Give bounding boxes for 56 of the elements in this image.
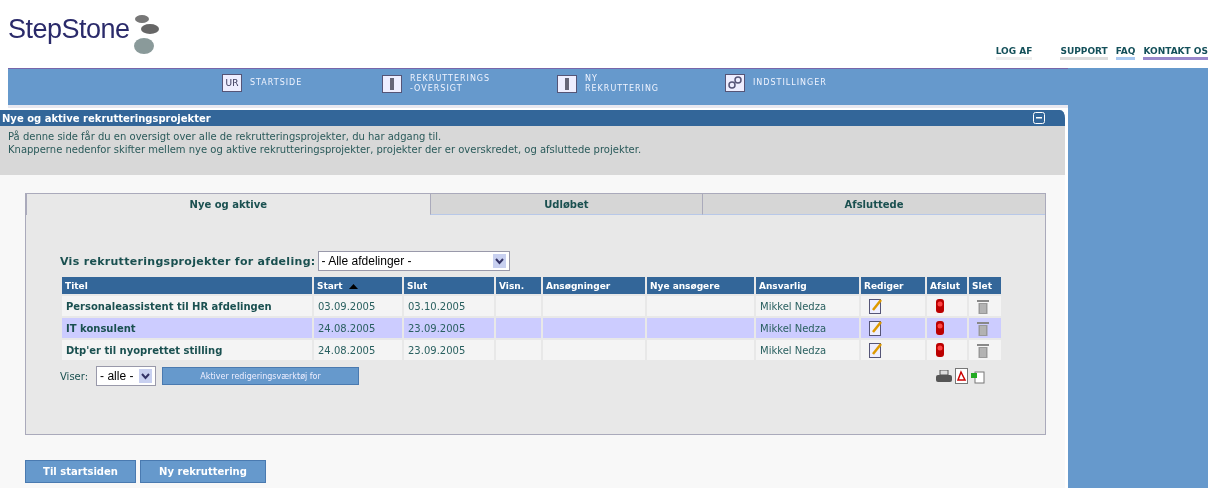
column-header[interactable]: Titel [62, 277, 312, 294]
column-header[interactable]: Rediger [861, 277, 925, 294]
edit-icon[interactable] [869, 298, 883, 314]
column-header[interactable]: Slet [969, 277, 1001, 294]
top-link[interactable]: KONTAKT OS [1143, 46, 1208, 60]
description-text: På denne side får du en oversigt over alle de rekrutteringsprojekter, du har adgang til. [8, 130, 443, 143]
chevron-icon [492, 254, 506, 268]
panel-title: Nye og aktive rekrutteringsprojekter [2, 112, 211, 124]
filter-label: Vis rekrutteringsprojekter for afdeling: [60, 254, 316, 268]
logo-text: StepStone [8, 14, 130, 45]
top-link[interactable]: SUPPORT [1060, 46, 1108, 60]
table-cell: Dtp'er til nyoprettet stilling [62, 340, 312, 360]
pdf-icon[interactable] [955, 368, 968, 384]
table-cell: 23.09.2005 [404, 318, 494, 338]
tab[interactable]: Udløbet [429, 193, 702, 215]
show-label: Viser: [60, 370, 89, 382]
show-dropdown[interactable]: - alle - [96, 366, 157, 386]
description-text: Knapperne nedenfor skifter mellem nye og aktive rekrutteringsprojekter, projekter der er overskredet, og afsluttede projekter. [8, 143, 643, 156]
tab[interactable]: Nye og aktive [26, 193, 430, 215]
sort-icon [348, 283, 358, 289]
column-header[interactable]: Ansøgninger [543, 277, 645, 294]
column-header[interactable]: Visn. [496, 277, 541, 294]
chevron-icon [139, 369, 153, 383]
table-cell: Personaleassistent til HR afdelingen [62, 296, 312, 316]
gears-icon[interactable] [725, 74, 745, 92]
column-header[interactable]: Nye ansøgere [647, 277, 754, 294]
column-header[interactable]: Start [314, 277, 402, 294]
top-link[interactable]: LOG AF [995, 46, 1033, 60]
table-cell: 24.08.2005 [314, 340, 402, 360]
table-cell: Mikkel Nedza [756, 296, 859, 316]
table-cell: 03.09.2005 [314, 296, 402, 316]
person-icon[interactable] [557, 75, 577, 93]
signal-light-icon[interactable] [935, 320, 945, 336]
tab[interactable]: Afsluttede [702, 193, 1045, 215]
table-cell: IT konsulent [62, 318, 312, 338]
table-cell: Mikkel Nedza [756, 318, 859, 338]
table-cell: Mikkel Nedza [756, 340, 859, 360]
table-cell: 24.08.2005 [314, 318, 402, 338]
trash-icon[interactable] [977, 342, 989, 358]
table-cell: 23.09.2005 [404, 340, 494, 360]
table-cell: 03.10.2005 [404, 296, 494, 316]
department-dropdown[interactable]: - Alle afdelinger - [317, 251, 510, 271]
ur-icon[interactable]: UR [222, 74, 242, 92]
spreadsheet-icon[interactable] [971, 370, 985, 384]
collapse-icon[interactable] [1033, 112, 1045, 124]
person-icon[interactable] [382, 75, 402, 93]
top-link[interactable]: FAQ [1115, 46, 1136, 60]
printer-icon[interactable] [936, 370, 952, 384]
signal-light-icon[interactable] [935, 342, 945, 358]
trash-icon[interactable] [977, 298, 989, 314]
edit-icon[interactable] [869, 320, 883, 336]
column-header[interactable]: Ansvarlig [756, 277, 859, 294]
column-header[interactable]: Afslut [927, 277, 967, 294]
signal-light-icon[interactable] [935, 298, 945, 314]
column-header[interactable]: Slut [404, 277, 494, 294]
edit-icon[interactable] [869, 342, 883, 358]
